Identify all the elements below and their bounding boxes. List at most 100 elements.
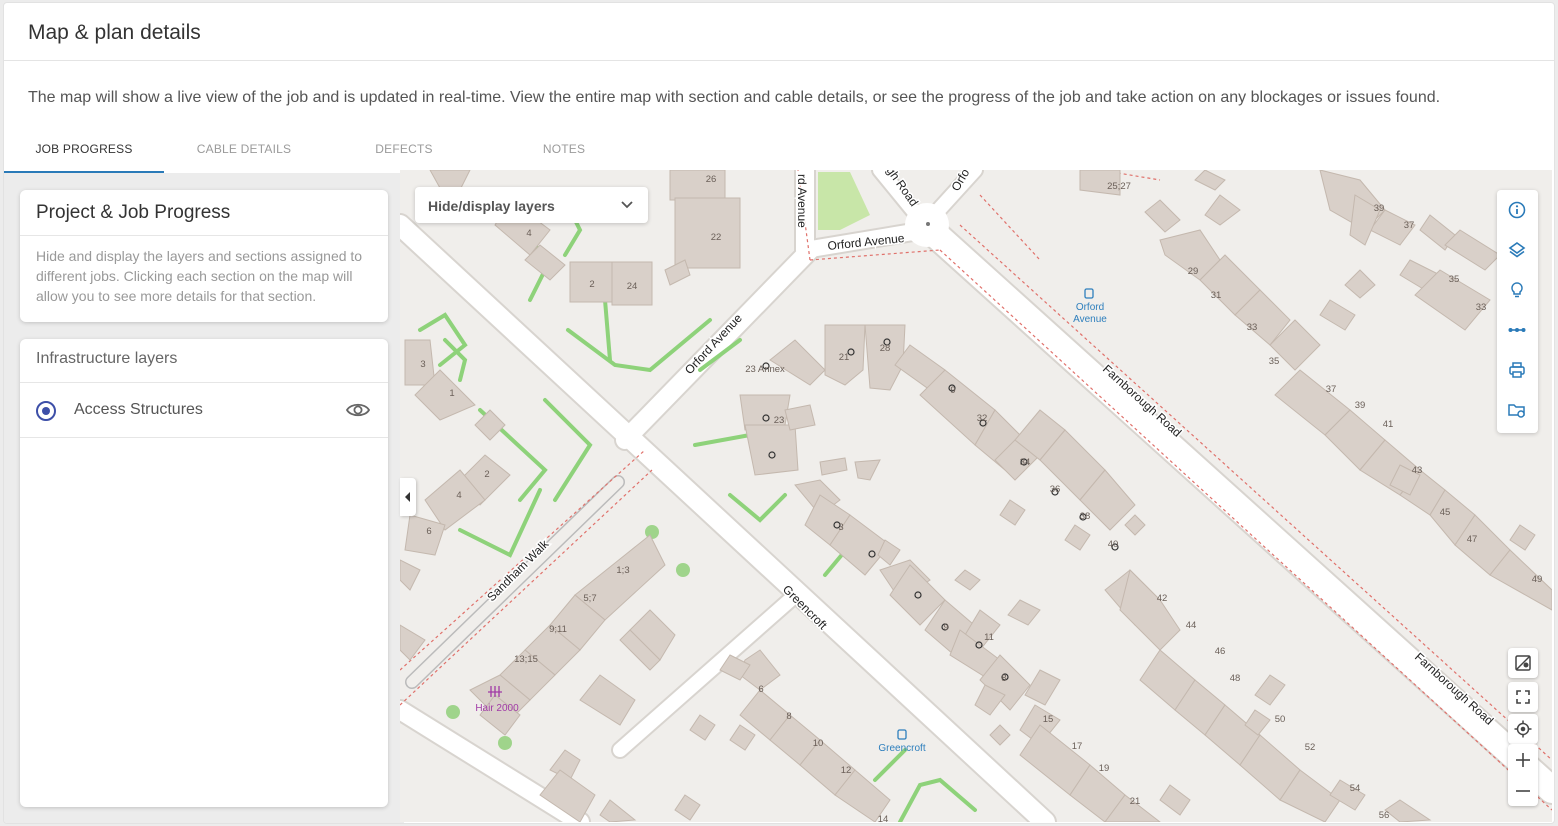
tab-job-progress[interactable]: JOB PROGRESS <box>4 131 164 173</box>
tab-bar: JOB PROGRESS CABLE DETAILS DEFECTS NOTES <box>4 131 1554 173</box>
house-number-label: 34 <box>1020 457 1031 468</box>
house-number-label: 3 <box>420 359 425 370</box>
house-number-label: 44 <box>1186 620 1197 631</box>
house-number-label: 1;3 <box>616 565 629 576</box>
folder-settings-button[interactable] <box>1497 390 1538 430</box>
house-number-label: 25;27 <box>1107 181 1131 192</box>
house-number-label: 47 <box>1467 534 1478 545</box>
house-number-label: 15 <box>1043 714 1054 725</box>
zoom-out-icon <box>1516 790 1530 792</box>
house-number-label: 40 <box>1108 539 1119 550</box>
house-number-label: 41 <box>1383 419 1394 430</box>
house-number-label: 52 <box>1305 742 1316 753</box>
house-number-label: 19 <box>1099 763 1110 774</box>
house-number-label: 6 <box>758 684 763 695</box>
house-number-label: 21 <box>1130 796 1141 807</box>
chevron-down-icon <box>621 201 633 209</box>
house-number-label: 5;7 <box>583 593 596 604</box>
house-number-label: 2 <box>589 279 594 290</box>
layers-dropdown[interactable]: Hide/display layers <box>415 187 648 223</box>
house-number-label: 26 <box>706 174 717 185</box>
house-number-label: 8 <box>786 711 791 722</box>
map-toolbar <box>1497 190 1538 433</box>
house-number-label: 10 <box>813 738 824 749</box>
hair-salon-label: Hair 2000 <box>475 703 519 714</box>
house-number-label: 49 <box>1532 574 1543 585</box>
chevron-left-icon <box>405 492 410 502</box>
house-number-label: 48 <box>1230 673 1241 684</box>
house-number-label: 39 <box>1355 400 1366 411</box>
house-number-label: 31 <box>1211 290 1222 301</box>
layers-dropdown-label: Hide/display layers <box>428 198 555 214</box>
house-number-label: 29 <box>1188 266 1199 277</box>
map-view[interactable]: Orford Avenue Orford Avenue rd Avenue Or… <box>400 170 1552 822</box>
house-number-label: 33 <box>1247 322 1258 333</box>
divider <box>20 235 388 236</box>
tab-cable-details[interactable]: CABLE DETAILS <box>164 131 324 173</box>
zoom-in-icon <box>1516 753 1530 767</box>
fullscreen-button[interactable] <box>1508 682 1538 712</box>
road-label-orford-avenue-c: rd Avenue <box>795 174 809 228</box>
house-number-label: 23 <box>774 415 785 426</box>
zoom-out-button[interactable] <box>1508 775 1538 806</box>
zoom-control <box>1508 744 1538 806</box>
house-number-label: 24 <box>627 281 638 292</box>
house-number-label: 9 <box>943 622 948 633</box>
info-icon <box>1508 201 1526 219</box>
layers-button[interactable] <box>1497 230 1538 270</box>
house-number-label: 37 <box>1326 384 1337 395</box>
house-number-label: 35 <box>1449 274 1460 285</box>
eye-icon[interactable] <box>346 400 370 420</box>
house-number-label: 50 <box>1275 714 1286 725</box>
house-number-label: 54 <box>1350 783 1361 794</box>
locate-icon <box>1514 720 1532 738</box>
page-title: Map & plan details <box>28 21 201 44</box>
tips-button[interactable] <box>1497 270 1538 310</box>
house-number-label: 45 <box>1440 507 1451 518</box>
tab-notes[interactable]: NOTES <box>484 131 644 173</box>
bus-stop-label-2: Greencroft <box>878 743 925 754</box>
bus-stop-label-1-line1: Orford <box>1076 302 1104 313</box>
bus-stop-icon <box>897 729 907 740</box>
map-style-button[interactable] <box>1508 648 1538 678</box>
print-button[interactable] <box>1497 350 1538 390</box>
page-description: The map will show a live view of the job… <box>28 89 1441 106</box>
tab-defects[interactable]: DEFECTS <box>324 131 484 173</box>
house-number-label: 35 <box>1269 356 1280 367</box>
bus-stop-icon <box>1084 288 1094 299</box>
house-number-label: 8 <box>1001 673 1006 684</box>
house-number-label: 17 <box>1072 741 1083 752</box>
locate-button[interactable] <box>1508 714 1538 744</box>
project-panel-text: Hide and display the layers and sections… <box>36 248 363 304</box>
folder-settings-icon <box>1508 404 1525 418</box>
house-number-label: 6 <box>426 526 431 537</box>
layer-item-label: Access Structures <box>74 401 203 418</box>
house-number-label: 1 <box>449 388 454 399</box>
measure-button[interactable] <box>1497 310 1538 350</box>
house-number-label: 38 <box>1080 511 1091 522</box>
layer-item-access-structures[interactable]: Access Structures <box>20 383 388 438</box>
house-number-label: 39 <box>1374 203 1385 214</box>
layer-radio[interactable] <box>36 401 56 421</box>
house-number-label: 11 <box>984 632 994 643</box>
collapse-sidebar-button[interactable] <box>400 478 416 516</box>
house-number-label: 3 <box>838 522 843 533</box>
sidebar: Project & Job Progress Hide and display … <box>4 173 404 823</box>
house-number-label: 46 <box>1215 646 1226 657</box>
measure-icon <box>1508 328 1526 332</box>
map-style-icon <box>1515 655 1531 671</box>
fullscreen-icon <box>1516 690 1530 704</box>
house-number-label: 36 <box>1050 484 1061 495</box>
house-number-label: 4 <box>456 490 461 501</box>
house-number-label: 28 <box>880 343 891 354</box>
house-number-label: 56 <box>1379 810 1390 821</box>
house-number-label: 42 <box>1157 593 1168 604</box>
house-number-label: 23 Annex <box>745 364 785 375</box>
infrastructure-layers-panel: Infrastructure layers Access Structures <box>20 339 388 807</box>
zoom-in-button[interactable] <box>1508 744 1538 775</box>
house-number-label: 12 <box>841 765 852 776</box>
info-button[interactable] <box>1497 190 1538 230</box>
project-panel-title: Project & Job Progress <box>36 202 231 223</box>
park-area <box>818 172 870 230</box>
map-canvas[interactable]: Orford Avenue Orford Avenue rd Avenue Or… <box>400 170 1552 822</box>
